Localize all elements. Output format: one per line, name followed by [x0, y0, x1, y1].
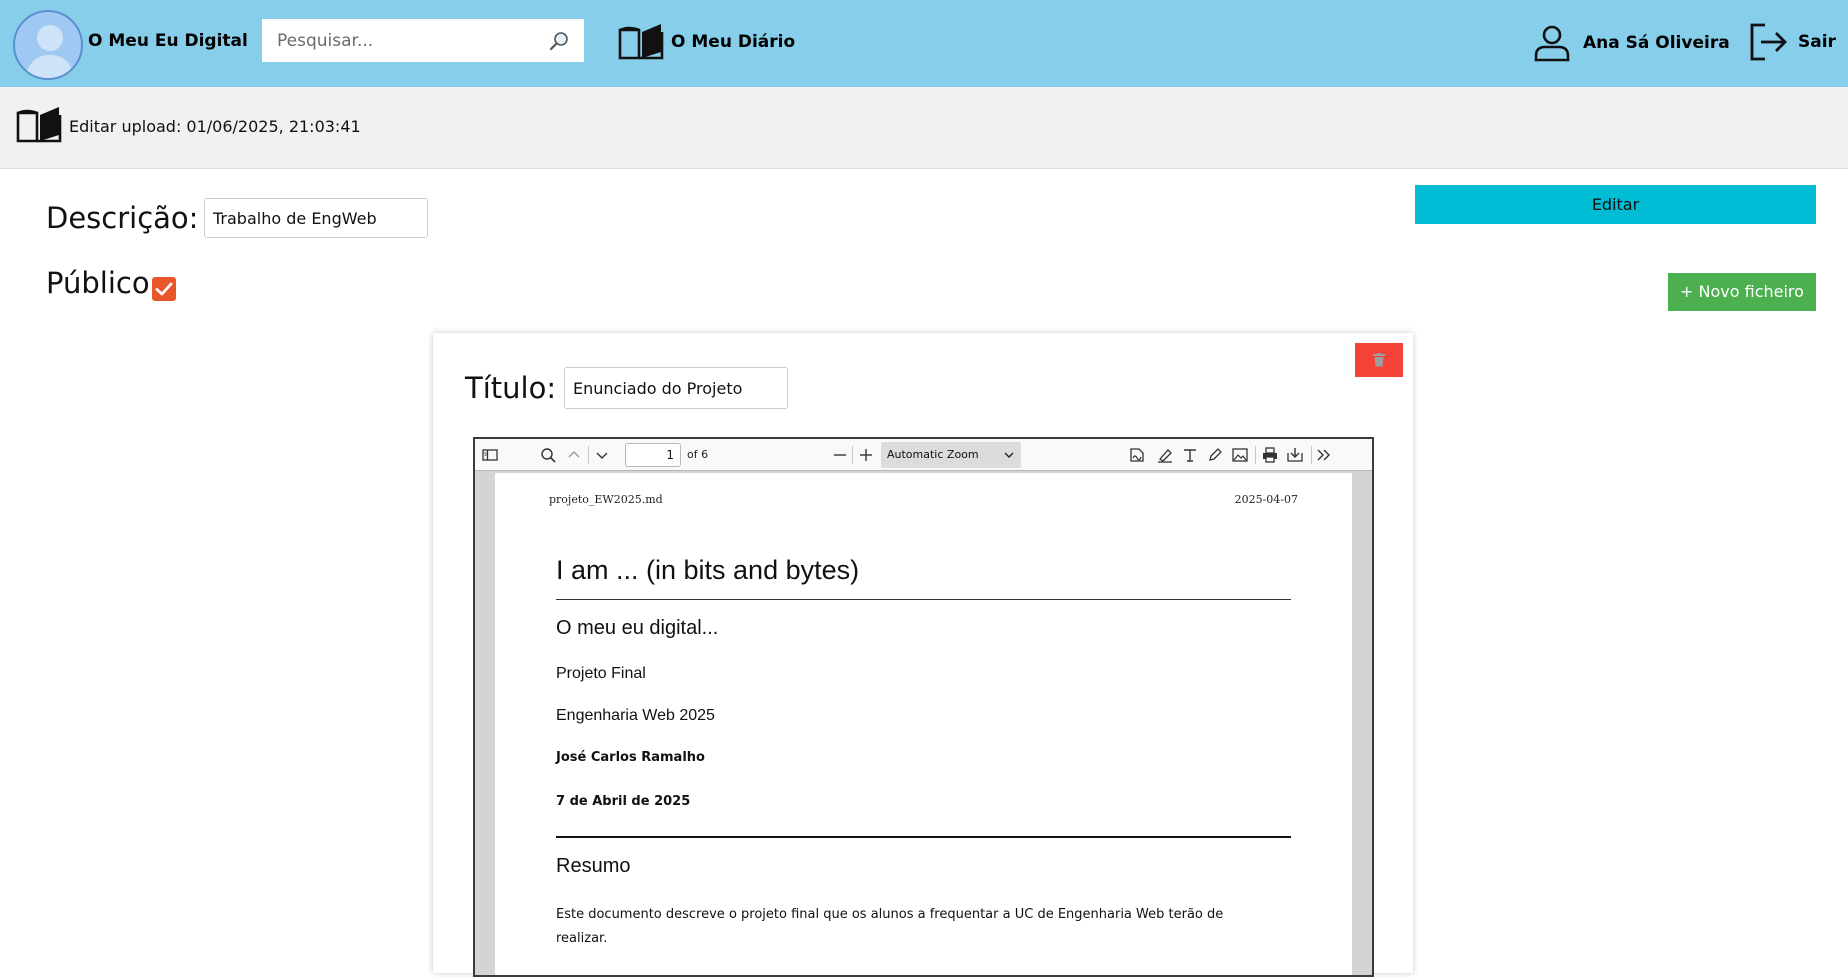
sidebar-toggle-icon[interactable] [481, 446, 499, 464]
description-input[interactable] [204, 198, 428, 238]
trash-icon [1373, 353, 1385, 367]
file-card: Título: of 6 [433, 333, 1413, 977]
pdf-line-project: Projeto Final [556, 665, 646, 682]
pdf-subheading: O meu eu digital... [556, 617, 719, 639]
next-page-icon[interactable] [593, 446, 611, 464]
file-title-label: Título: [465, 371, 557, 405]
user-silhouette-icon [25, 25, 75, 78]
pdf-header-filename: projeto_EW2025.md [549, 493, 663, 506]
pdf-toolbar: of 6 Automatic Zoom [475, 439, 1372, 471]
pdf-body-text: Este documento descreve o projeto final … [556, 907, 1224, 946]
logout-icon [1750, 23, 1787, 61]
search-box [262, 19, 584, 62]
search-input[interactable] [262, 19, 532, 62]
checkmark-icon [155, 282, 173, 296]
search-icon[interactable] [548, 30, 570, 52]
pdf-viewer[interactable]: of 6 Automatic Zoom [473, 437, 1374, 977]
pdf-author-date: 7 de Abril de 2025 [556, 794, 691, 809]
highlight-icon[interactable] [1156, 446, 1174, 464]
open-book-icon [618, 24, 664, 60]
find-icon[interactable] [539, 446, 557, 464]
page-count: of 6 [687, 448, 709, 461]
zoom-in-icon[interactable] [857, 446, 875, 464]
signature-icon[interactable] [1128, 446, 1146, 464]
toolbar-separator [588, 446, 589, 464]
pdf-divider [556, 599, 1291, 600]
public-checkbox[interactable] [152, 277, 176, 301]
logout-button[interactable]: Sair [1748, 22, 1836, 62]
description-label: Descrição: [46, 201, 199, 235]
pdf-heading: I am ... (in bits and bytes) [556, 555, 860, 585]
text-tool-icon[interactable] [1181, 446, 1199, 464]
toolbar-separator [1311, 446, 1312, 464]
page-title: Editar upload: 01/06/2025, 21:03:41 [69, 117, 361, 136]
edit-button[interactable]: Editar [1415, 185, 1816, 224]
open-book-icon [16, 107, 62, 143]
page-number-input[interactable] [625, 443, 681, 467]
more-tools-icon[interactable] [1315, 446, 1333, 464]
zoom-out-icon[interactable] [831, 446, 849, 464]
top-navbar: O Meu Eu Digital O Meu Diário Ana Sá Oli… [0, 0, 1848, 87]
brand-title[interactable]: O Meu Eu Digital [88, 31, 248, 51]
draw-icon[interactable] [1206, 446, 1224, 464]
logout-label: Sair [1798, 32, 1836, 52]
chevron-down-icon [1004, 452, 1014, 458]
toolbar-separator [852, 446, 853, 464]
file-title-input[interactable] [564, 367, 788, 409]
zoom-value: Automatic Zoom [887, 448, 979, 461]
delete-file-button[interactable] [1355, 343, 1403, 377]
page-header: Editar upload: 01/06/2025, 21:03:41 [0, 87, 1848, 169]
pdf-author: José Carlos Ramalho [556, 750, 705, 765]
pdf-header-date: 2025-04-07 [1234, 493, 1298, 506]
public-label: Público [46, 266, 150, 300]
pdf-line-course: Engenharia Web 2025 [556, 707, 715, 724]
new-file-button[interactable]: + Novo ficheiro [1668, 273, 1816, 311]
avatar[interactable] [13, 10, 83, 80]
diary-link[interactable]: O Meu Diário [617, 22, 795, 62]
pdf-page: projeto_EW2025.md 2025-04-07 I am ... (i… [495, 473, 1352, 975]
user-name: Ana Sá Oliveira [1583, 33, 1730, 53]
pdf-divider [556, 836, 1291, 838]
image-icon[interactable] [1231, 446, 1249, 464]
pdf-section-title: Resumo [556, 855, 631, 877]
download-icon[interactable] [1286, 446, 1304, 464]
user-profile-link[interactable]: Ana Sá Oliveira [1533, 24, 1730, 62]
toolbar-separator [1255, 446, 1256, 464]
zoom-select[interactable]: Automatic Zoom [881, 442, 1021, 468]
diary-link-label: O Meu Diário [671, 32, 796, 52]
user-icon [1534, 25, 1570, 62]
previous-page-icon[interactable] [565, 446, 583, 464]
print-icon[interactable] [1261, 446, 1279, 464]
